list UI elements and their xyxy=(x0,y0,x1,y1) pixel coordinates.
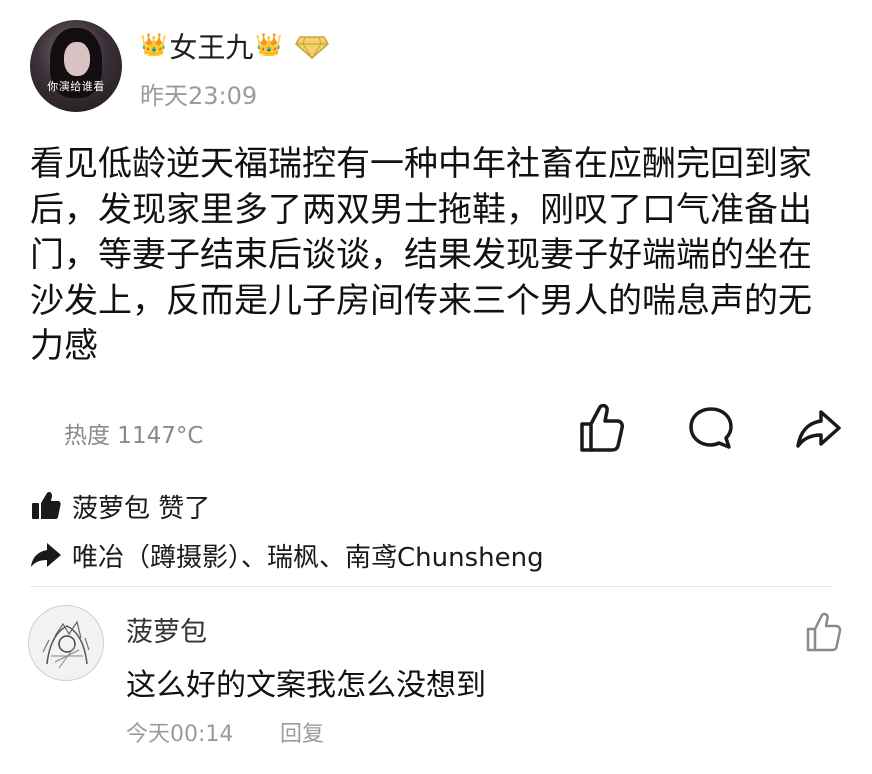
author-name[interactable]: 女王九 xyxy=(169,26,253,66)
commenter-avatar[interactable] xyxy=(28,605,104,681)
thumbs-up-icon[interactable] xyxy=(576,400,626,456)
share-arrow-icon[interactable] xyxy=(794,400,844,456)
share-filled-icon xyxy=(31,543,61,567)
likes-summary[interactable]: 菠萝包 赞了 xyxy=(30,487,210,525)
author-avatar[interactable]: 你演给谁看 xyxy=(30,20,122,112)
heat-indicator: 热度 1147°C xyxy=(64,423,204,449)
reposts-text: 唯冶（蹲摄影）、瑞枫、南鸢Chunsheng xyxy=(72,542,544,573)
comment-text: 这么好的文案我怎么没想到 xyxy=(126,668,486,703)
post-body-text: 看见低龄逆天福瑞控有一种中年社畜在应酬完回到家后，发现家里多了两双男士拖鞋，刚叹… xyxy=(30,144,812,366)
username-row[interactable]: 👑 女王九 👑 xyxy=(140,26,329,66)
post-time: 昨天23:09 xyxy=(140,82,258,110)
sketch-avatar-image xyxy=(42,620,90,669)
crown-icon-left: 👑 xyxy=(140,33,168,58)
avatar-face xyxy=(64,42,90,76)
crown-icon-right: 👑 xyxy=(255,33,283,58)
reposts-summary[interactable]: 唯冶（蹲摄影）、瑞枫、南鸢Chunsheng xyxy=(30,536,544,574)
likes-text: 菠萝包 赞了 xyxy=(72,493,211,524)
comment-icon[interactable] xyxy=(686,400,736,456)
avatar-caption: 你演给谁看 xyxy=(47,80,105,93)
comment-time: 今天00:14 xyxy=(126,722,234,747)
thumbs-up-filled-icon xyxy=(32,492,61,519)
divider xyxy=(30,586,832,587)
comment-like-icon[interactable] xyxy=(804,610,844,654)
vip-diamond-icon[interactable] xyxy=(294,33,329,59)
commenter-name[interactable]: 菠萝包 xyxy=(126,610,207,649)
reply-button[interactable]: 回复 xyxy=(280,716,324,748)
